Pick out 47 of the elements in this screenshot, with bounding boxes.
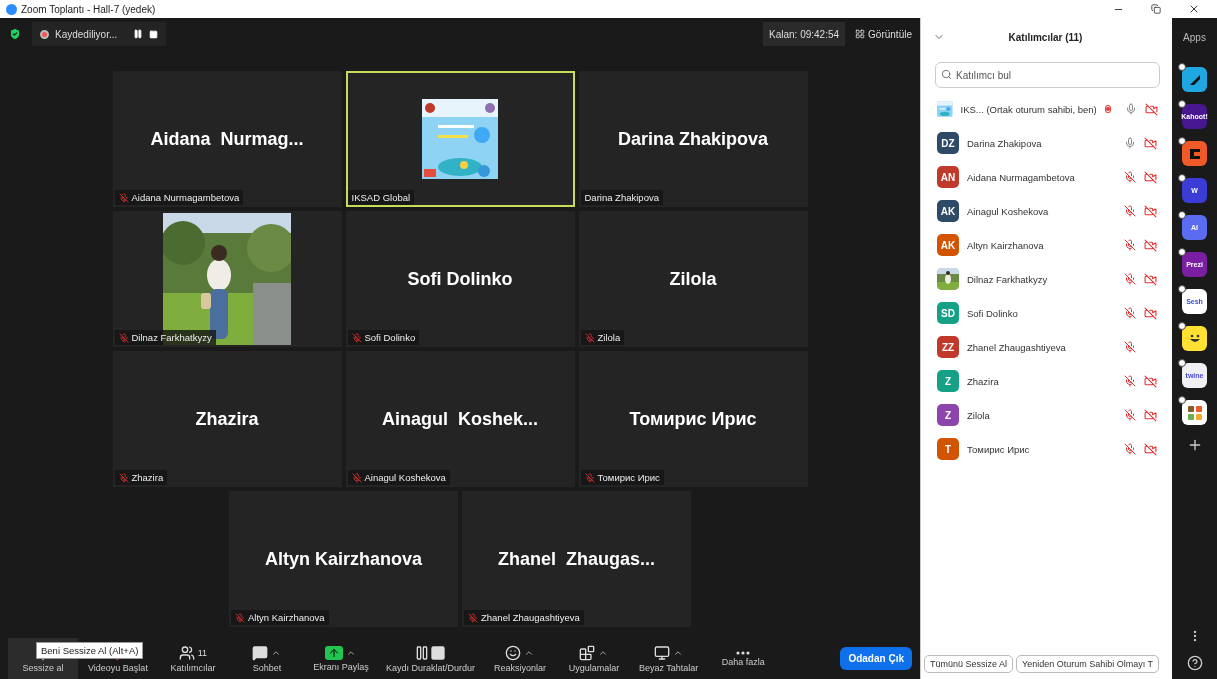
participant-name: Aidana Nurmag... bbox=[150, 128, 304, 150]
window-title: Zoom Toplantı - Hall-7 (yedek) bbox=[21, 3, 156, 15]
avatar: AK bbox=[937, 200, 959, 222]
participant-name: Zhazira bbox=[967, 375, 1000, 387]
participant-name: Sofi Dolinko bbox=[967, 307, 1019, 319]
participant-label: Dilnaz Farkhatkyzy bbox=[131, 332, 212, 343]
avatar: AN bbox=[937, 166, 959, 188]
participant-name: Altyn Kairzhanova bbox=[264, 548, 422, 570]
participant-name: Darina Zhakipova bbox=[967, 137, 1043, 149]
participant-name: Zhanel Zhaugashtiyeva bbox=[967, 341, 1067, 353]
remaining-time: Kalan: 09:42:54 bbox=[763, 22, 846, 46]
participant-label: Zhanel Zhaugashtiyeva bbox=[481, 612, 580, 623]
participant-name: Sofi Dolinko bbox=[407, 268, 513, 290]
participant-label: Ainagul Koshekova bbox=[364, 472, 446, 483]
participant-label: IKSAD Global bbox=[351, 192, 411, 203]
participant-name: Томирис Ирис bbox=[967, 443, 1031, 455]
participant-name: Zhazira bbox=[195, 408, 259, 430]
tooltip: Beni Sessize Al (Alt+A) bbox=[36, 642, 144, 659]
participant-label: Sofi Dolinko bbox=[364, 332, 416, 343]
participant-count: 11 bbox=[197, 647, 208, 658]
avatar: AK bbox=[937, 234, 959, 256]
recording-status: Kaydediliyor... bbox=[55, 28, 118, 40]
panel-title: Katılımcılar (11) bbox=[1007, 31, 1084, 43]
participant-label: Aidana Nurmagambetova bbox=[131, 192, 240, 203]
participant-label: Darina Zhakipova bbox=[584, 192, 659, 203]
participant-name: Dilnaz Farkhatkyzy bbox=[967, 273, 1049, 285]
participant-label: Zilola bbox=[597, 332, 621, 343]
avatar: Z bbox=[937, 370, 959, 392]
participant-name: IKS... (Ortak oturum sahibi, ben) bbox=[960, 103, 1097, 115]
participant-name: Ainagul Koshekova bbox=[967, 205, 1050, 217]
avatar: DZ bbox=[937, 132, 959, 154]
participant-name: Ainagul Koshek... bbox=[382, 408, 538, 430]
participant-name: Zilola bbox=[669, 268, 717, 290]
participant-name: Zilola bbox=[967, 409, 991, 421]
avatar: Z bbox=[937, 404, 959, 426]
participant-name: Aidana Nurmagambetova bbox=[967, 171, 1076, 183]
participant-name: Zhanel Zhaugas... bbox=[498, 548, 655, 570]
participant-label: Zhazira bbox=[131, 472, 164, 483]
apps-title: Apps bbox=[1183, 32, 1206, 43]
avatar: ZZ bbox=[937, 336, 959, 358]
avatar: T bbox=[937, 438, 959, 460]
participant-label: Томирис Ирис bbox=[597, 472, 660, 483]
participant-label: Altyn Kairzhanova bbox=[248, 612, 325, 623]
avatar: SD bbox=[937, 302, 959, 324]
participant-name: Altyn Kairzhanova bbox=[967, 239, 1045, 251]
participant-name: Томирис Ирис bbox=[629, 408, 757, 430]
participant-name: Darina Zhakipova bbox=[617, 128, 768, 150]
